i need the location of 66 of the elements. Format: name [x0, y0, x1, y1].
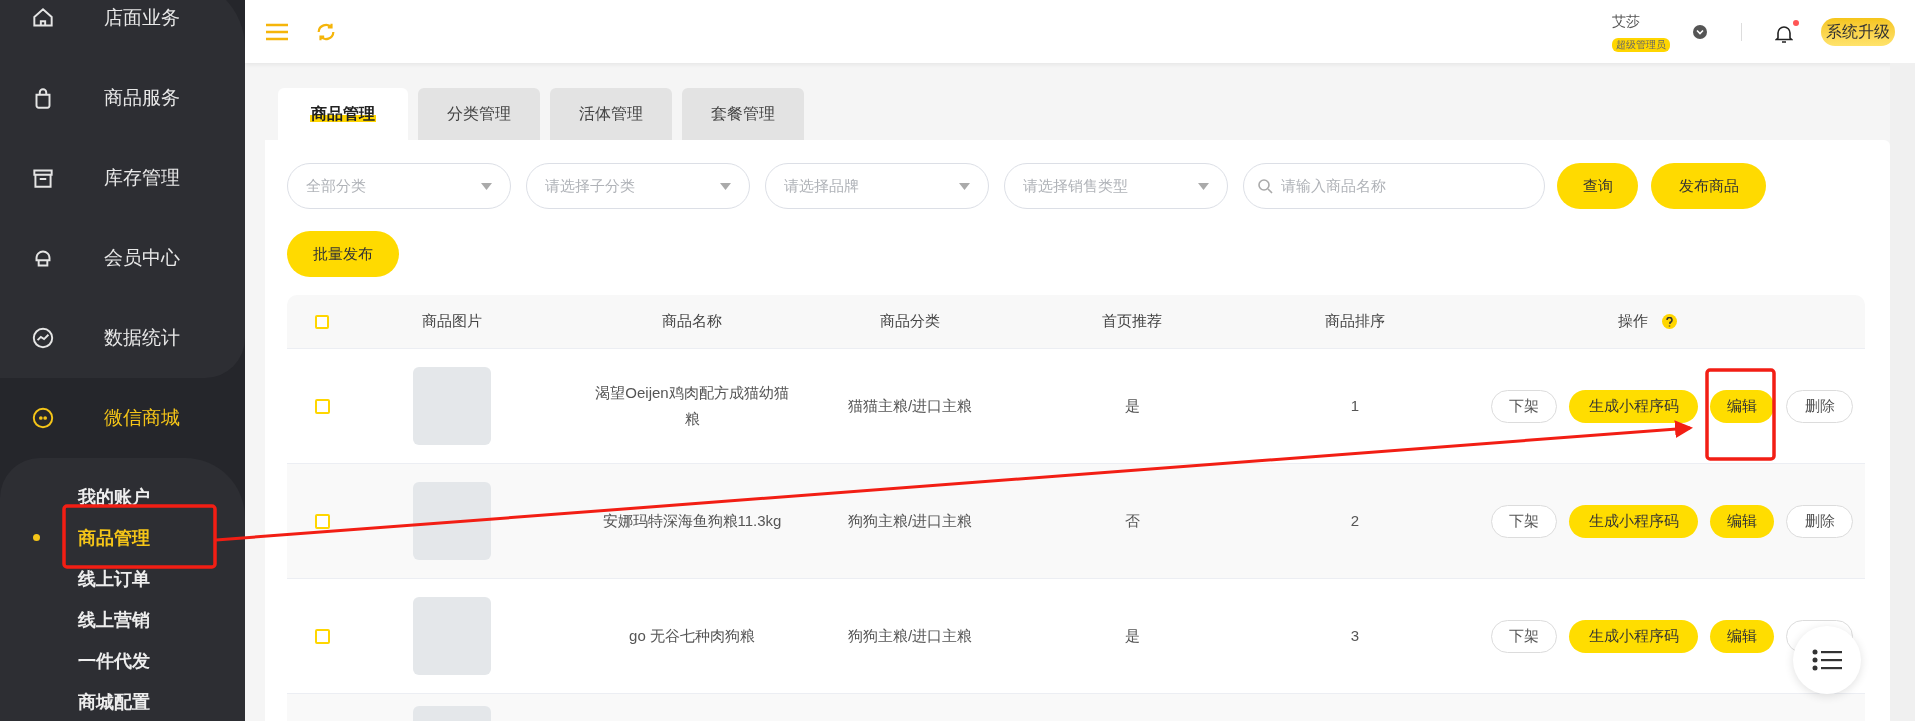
publish-button[interactable]: 发布商品	[1651, 163, 1766, 209]
submenu-item[interactable]: 商城配置	[78, 690, 150, 713]
product-name: 安娜玛特深海鱼狗粮11.3kg	[602, 511, 782, 531]
tab[interactable]: 分类管理	[418, 88, 540, 140]
caret-down-icon	[959, 182, 970, 190]
help-icon[interactable]	[1661, 314, 1677, 329]
product-name: 渴望Oeijen鸡肉配方成猫幼猫粮	[594, 383, 790, 429]
chat-icon	[30, 405, 56, 431]
search-icon	[1257, 178, 1273, 194]
upgrade-button[interactable]: 系统升级	[1821, 17, 1895, 46]
list-icon	[1812, 649, 1842, 671]
sidebar-item[interactable]: 会员中心	[0, 218, 245, 298]
sidebar-item[interactable]: 库存管理	[0, 138, 245, 218]
query-button[interactable]: 查询	[1557, 163, 1638, 209]
caret-down-icon	[720, 182, 731, 190]
delete-button[interactable]: 删除	[1786, 504, 1853, 538]
edit-button[interactable]: 编辑	[1710, 504, 1774, 538]
submenu-item[interactable]: 线上订单	[78, 567, 150, 590]
column-header: 操作	[1617, 311, 1648, 332]
product-name: go 无谷七种肉狗粮	[629, 626, 755, 646]
tab[interactable]: 活体管理	[550, 88, 672, 140]
submenu-item[interactable]: 商品管理	[78, 526, 150, 549]
column-header: 首页推荐	[1102, 311, 1162, 332]
table-cell-text: 狗狗主粮/进口主粮	[847, 625, 973, 646]
submenu-item[interactable]: 一件代发	[78, 649, 150, 672]
column-header: 商品名称	[662, 311, 722, 332]
edit-button[interactable]: 编辑	[1710, 619, 1774, 653]
table-cell-text: 是	[1124, 395, 1140, 416]
table-cell-text: 2	[1350, 510, 1360, 531]
checkbox[interactable]	[315, 314, 329, 329]
column-header: 商品排序	[1325, 311, 1385, 332]
column-header: 商品分类	[880, 311, 940, 332]
checkbox[interactable]	[314, 628, 330, 644]
qr-code-button[interactable]: 生成小程序码	[1569, 619, 1698, 653]
caret-down-icon	[1198, 182, 1209, 190]
delete-button[interactable]: 删除	[1786, 389, 1853, 423]
user-name: 艾莎	[1612, 12, 1640, 31]
sidebar-item[interactable]: 数据统计	[0, 298, 245, 378]
checkbox[interactable]	[314, 398, 330, 414]
checkbox[interactable]	[314, 513, 330, 529]
menu-icon[interactable]	[265, 21, 289, 42]
notification-bell[interactable]	[1775, 19, 1799, 44]
delist-button[interactable]: 下架	[1491, 619, 1557, 653]
table-cell-text: 猫猫主粮/进口主粮	[847, 395, 973, 416]
table-cell-text: 3	[1350, 625, 1360, 646]
edit-button[interactable]: 编辑	[1710, 389, 1774, 423]
search-input[interactable]: 请输入商品名称	[1281, 174, 1531, 198]
table-cell-text: 否	[1124, 510, 1140, 531]
tab[interactable]: 套餐管理	[682, 88, 804, 140]
sidebar-item[interactable]: 店面业务	[0, 0, 245, 58]
caret-down-icon	[481, 182, 492, 190]
chevron-down-icon[interactable]	[1692, 23, 1708, 40]
table-cell-text: 狗狗主粮/进口主粮	[847, 510, 973, 531]
column-header: 商品图片	[422, 311, 482, 332]
qr-code-button[interactable]: 生成小程序码	[1569, 504, 1698, 538]
qr-code-button[interactable]: 生成小程序码	[1569, 389, 1698, 423]
submenu-item[interactable]: 线上营销	[78, 608, 150, 631]
delist-button[interactable]: 下架	[1491, 389, 1557, 423]
delist-button[interactable]: 下架	[1491, 504, 1557, 538]
table-cell-text: 是	[1124, 625, 1140, 646]
chart-icon	[30, 325, 56, 351]
sidebar-item[interactable]: 商品服务	[0, 58, 245, 138]
role-badge: 超级管理员	[1612, 38, 1670, 52]
table-cell-text: 1	[1350, 395, 1360, 416]
submenu-item[interactable]: 我的账户	[78, 485, 150, 508]
batch-publish-button[interactable]: 批量发布	[287, 231, 399, 277]
